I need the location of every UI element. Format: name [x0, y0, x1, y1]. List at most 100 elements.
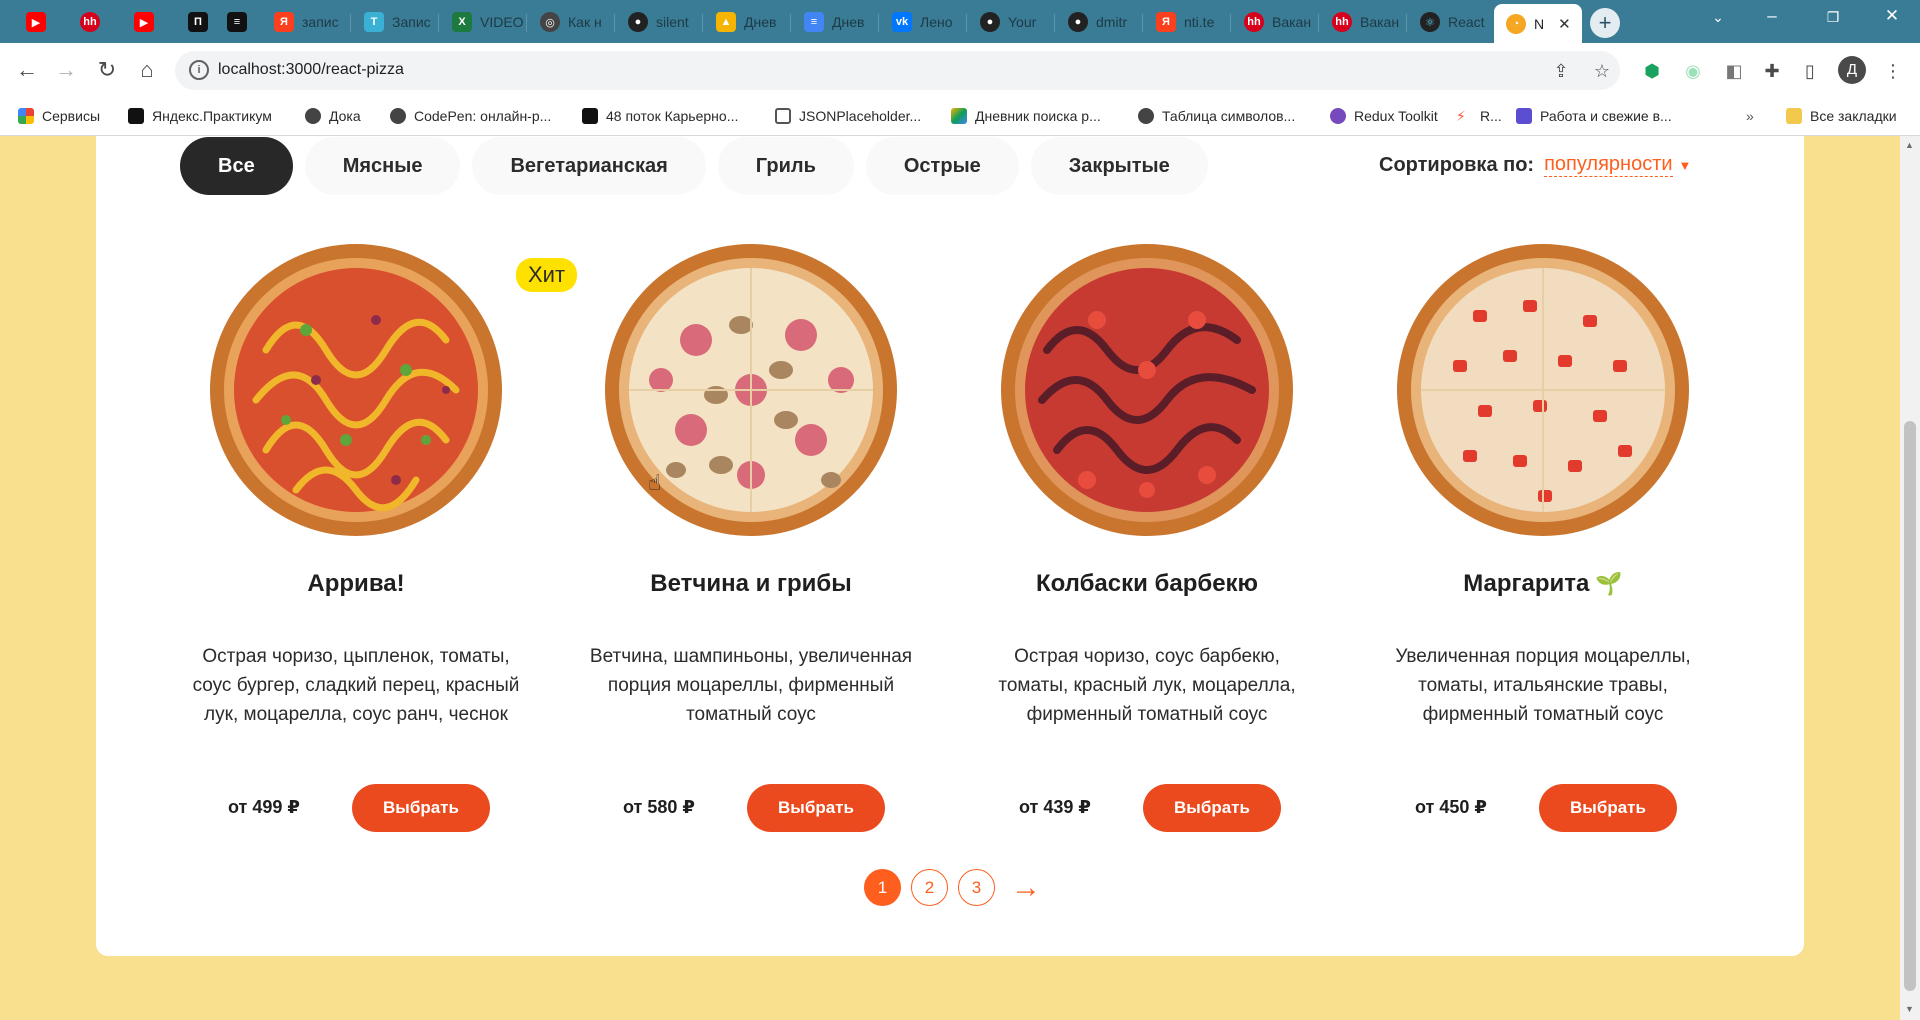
- reload-icon[interactable]: ↻: [94, 57, 120, 83]
- tab-label: Как н: [568, 14, 602, 30]
- minimize-icon[interactable]: –: [1754, 6, 1790, 26]
- browser-tab[interactable]: ● silent: [616, 5, 702, 39]
- choose-button[interactable]: Выбрать: [352, 784, 490, 832]
- close-window-icon[interactable]: ✕: [1874, 6, 1910, 26]
- bookmark[interactable]: Redux Toolkit: [1330, 108, 1438, 124]
- browser-tab[interactable]: hh Вакан: [1320, 5, 1406, 39]
- tab-label: Your: [1008, 14, 1037, 30]
- scroll-up-icon[interactable]: ▲: [1905, 140, 1914, 150]
- profile-avatar[interactable]: Д: [1838, 56, 1866, 84]
- pizza-image: [210, 244, 502, 536]
- browser-tab-active[interactable]: ◔ N ✕: [1494, 4, 1582, 43]
- page-scrollbar[interactable]: ▲ ▼: [1900, 136, 1920, 1020]
- category-spicy[interactable]: Острые: [865, 137, 1019, 195]
- bookmark-label: JSONPlaceholder...: [799, 108, 922, 124]
- restore-icon[interactable]: ❐: [1815, 9, 1851, 26]
- browser-tab[interactable]: hh: [68, 5, 122, 39]
- bookmark-label: Работа и свежие в...: [1540, 108, 1672, 124]
- browser-tab[interactable]: ◎ Как н: [528, 5, 614, 39]
- bookmark[interactable]: Все закладки: [1786, 108, 1897, 124]
- browser-tab[interactable]: X VIDEO: [440, 5, 526, 39]
- choose-button[interactable]: Выбрать: [1143, 784, 1281, 832]
- yandex-icon: Я: [274, 12, 294, 32]
- page-3-button[interactable]: 3: [958, 869, 995, 906]
- bookmark[interactable]: Дока: [305, 108, 361, 124]
- browser-tab[interactable]: ● dmitr: [1056, 5, 1142, 39]
- page-1-button[interactable]: 1: [864, 869, 901, 906]
- json-icon: [775, 108, 791, 124]
- category-all[interactable]: Все: [180, 137, 293, 195]
- category-meat[interactable]: Мясные: [304, 137, 461, 195]
- bolt-icon: ⚡: [1456, 108, 1466, 124]
- chevron-down-icon[interactable]: ▼: [1679, 158, 1692, 173]
- bookmarks-overflow-icon[interactable]: »: [1746, 108, 1754, 124]
- tab-separator: [614, 14, 615, 32]
- category-grill[interactable]: Гриль: [717, 137, 854, 195]
- side-panel-icon[interactable]: ▯: [1797, 58, 1823, 84]
- bookmark[interactable]: Дневник поиска р...: [951, 108, 1101, 124]
- category-vegetarian[interactable]: Вегетарианская: [472, 137, 706, 195]
- pizza-description: Острая чоризо, цыпленок, томаты, соус бу…: [192, 646, 520, 725]
- bookmark[interactable]: Работа и свежие в...: [1516, 108, 1672, 124]
- tab-label: silent: [656, 14, 689, 30]
- browser-tab[interactable]: vk Лено: [880, 5, 966, 39]
- menu-kebab-icon[interactable]: ⋮: [1880, 58, 1906, 84]
- new-tab-button[interactable]: +: [1590, 8, 1620, 38]
- youtube-icon: ▶: [26, 12, 46, 32]
- bookmark-label: 48 поток Карьерно...: [606, 108, 739, 124]
- tab-strip: ▶ hh ▶ П ≡ Я запис T Запис X VIDEO ◎ Как…: [0, 0, 1920, 43]
- extension-circle-icon[interactable]: ◉: [1680, 58, 1706, 84]
- pizza-price: от 439 ₽: [1019, 797, 1091, 817]
- bookmarks-bar: Сервисы Яндекс.Практикум Дока CodePen: о…: [0, 98, 1920, 136]
- browser-tab[interactable]: ⚛ React: [1408, 5, 1492, 39]
- extension-shield-icon[interactable]: ⬢: [1639, 58, 1665, 84]
- browser-tab[interactable]: ▶: [122, 5, 176, 39]
- forward-icon[interactable]: →: [53, 57, 79, 83]
- choose-button[interactable]: Выбрать: [1539, 784, 1677, 832]
- site-info-icon[interactable]: i: [189, 60, 209, 80]
- browser-tab[interactable]: Я nti.te: [1144, 5, 1230, 39]
- share-icon[interactable]: ⇪: [1548, 58, 1574, 84]
- bookmark-star-icon[interactable]: ☆: [1589, 58, 1615, 84]
- browser-tab[interactable]: T Запис: [352, 5, 438, 39]
- url-text[interactable]: localhost:3000/react-pizza: [218, 61, 404, 79]
- bookmark-label: Таблица символов...: [1162, 108, 1296, 124]
- browser-tab[interactable]: ▲ Днев: [704, 5, 790, 39]
- browser-tab[interactable]: ≡ Днев: [792, 5, 878, 39]
- bookmark-label: Дока: [329, 108, 361, 124]
- scrollbar-thumb[interactable]: [1904, 421, 1916, 991]
- pizza-title: Колбаски барбекю: [1035, 570, 1259, 597]
- extensions-puzzle-icon[interactable]: ✚: [1759, 58, 1785, 84]
- pizza-title: Маргарита 🌱: [1373, 570, 1713, 598]
- bookmark[interactable]: ⚡ R...: [1456, 108, 1502, 124]
- bookmark[interactable]: CodePen: онлайн-р...: [390, 108, 551, 124]
- tab-label: VIDEO: [480, 14, 524, 30]
- sort-value[interactable]: популярности: [1544, 153, 1673, 177]
- bookmark[interactable]: Яндекс.Практикум: [128, 108, 272, 124]
- pizza-image: [605, 244, 897, 536]
- bookmark[interactable]: Сервисы: [18, 108, 100, 124]
- tab-search-icon[interactable]: ⌄: [1700, 9, 1736, 26]
- browser-tab[interactable]: Я запис: [262, 5, 348, 39]
- close-tab-icon[interactable]: ✕: [1558, 15, 1571, 33]
- browser-tab[interactable]: ≡: [215, 5, 265, 39]
- github-icon: ●: [628, 12, 648, 32]
- page-2-button[interactable]: 2: [911, 869, 948, 906]
- bookmark[interactable]: JSONPlaceholder...: [775, 108, 921, 124]
- address-bar[interactable]: i localhost:3000/react-pizza: [175, 51, 1620, 90]
- extension-off-icon[interactable]: ◧: [1721, 58, 1747, 84]
- arrow-right-icon[interactable]: →: [1011, 872, 1041, 903]
- browser-tab[interactable]: hh Вакан: [1232, 5, 1318, 39]
- back-icon[interactable]: ←: [14, 57, 40, 83]
- home-icon[interactable]: ⌂: [134, 57, 160, 83]
- tab-label: Запис: [392, 14, 431, 30]
- tab-separator: [526, 14, 527, 32]
- scroll-down-icon[interactable]: ▼: [1905, 1004, 1914, 1014]
- bookmark[interactable]: Таблица символов...: [1138, 108, 1295, 124]
- browser-tab[interactable]: ● Your: [968, 5, 1054, 39]
- browser-tab[interactable]: ▶: [14, 5, 68, 39]
- category-closed[interactable]: Закрытые: [1030, 137, 1208, 195]
- choose-button[interactable]: Выбрать: [747, 784, 885, 832]
- practicum-icon: П: [188, 12, 208, 32]
- bookmark[interactable]: 48 поток Карьерно...: [582, 108, 738, 124]
